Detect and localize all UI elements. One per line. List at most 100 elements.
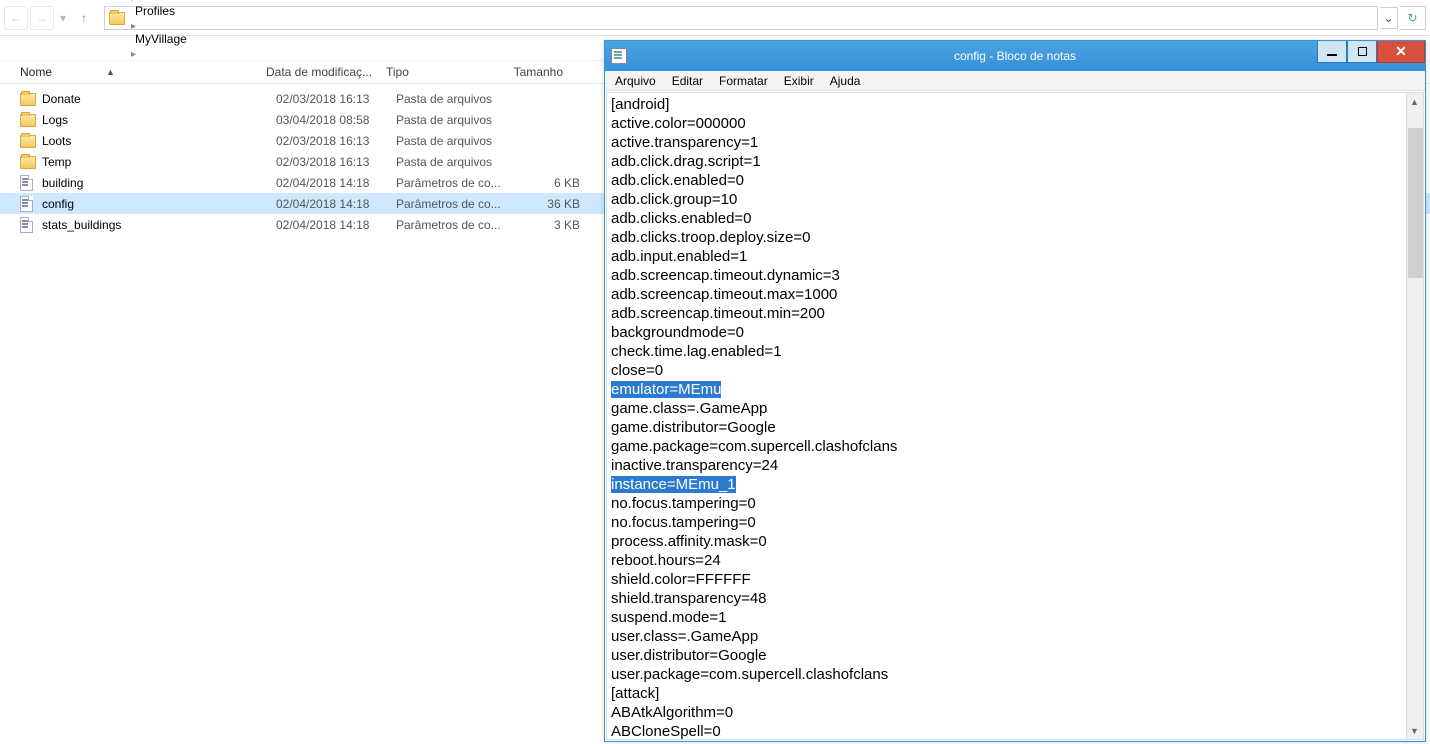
address-dropdown[interactable]: ⌄ xyxy=(1380,7,1398,29)
ini-file-icon xyxy=(20,217,36,233)
text-line: shield.transparency=48 xyxy=(611,589,1419,608)
menu-arquivo[interactable]: Arquivo xyxy=(607,72,664,90)
text-line: user.class=.GameApp xyxy=(611,627,1419,646)
text-line: ABCloneSpell=0 xyxy=(611,722,1419,740)
folder-icon xyxy=(20,154,36,170)
text-line: game.distributor=Google xyxy=(611,418,1419,437)
text-line: close=0 xyxy=(611,361,1419,380)
text-line: reboot.hours=24 xyxy=(611,551,1419,570)
file-type: Parâmetros de co... xyxy=(396,218,516,232)
column-header-date[interactable]: Data de modificaç... xyxy=(260,61,380,83)
text-line: adb.clicks.enabled=0 xyxy=(611,209,1419,228)
text-line: active.transparency=1 xyxy=(611,133,1419,152)
folder-icon xyxy=(20,91,36,107)
file-size: 36 KB xyxy=(516,197,580,211)
text-line: game.package=com.supercell.clashofclans xyxy=(611,437,1419,456)
file-type: Pasta de arquivos xyxy=(396,134,516,148)
file-date: 02/03/2018 16:13 xyxy=(276,155,396,169)
column-header-name-label: Nome xyxy=(20,65,52,79)
refresh-button[interactable]: ↻ xyxy=(1400,6,1426,30)
file-name: building xyxy=(42,176,276,190)
file-date: 02/03/2018 16:13 xyxy=(276,134,396,148)
folder-icon xyxy=(20,133,36,149)
file-name: Temp xyxy=(42,155,276,169)
breadcrumb-profiles[interactable]: Profiles xyxy=(131,4,191,18)
menu-editar[interactable]: Editar xyxy=(664,72,711,90)
vertical-scrollbar[interactable]: ▲ ▼ xyxy=(1406,93,1423,739)
notepad-textarea[interactable]: [android]active.color=000000active.trans… xyxy=(607,93,1423,740)
folder-icon xyxy=(109,10,125,26)
text-line: active.color=000000 xyxy=(611,114,1419,133)
text-line: adb.click.group=10 xyxy=(611,190,1419,209)
nav-up-button[interactable]: ↑ xyxy=(72,6,96,30)
text-line: [attack] xyxy=(611,684,1419,703)
sort-asc-icon: ▲ xyxy=(106,67,115,77)
address-bar[interactable]: MyBot▸Profiles▸MyVillage▸ xyxy=(104,6,1378,30)
minimize-button[interactable] xyxy=(1317,41,1347,63)
text-line: emulator=MEmu xyxy=(611,380,1419,399)
file-date: 02/04/2018 14:18 xyxy=(276,176,396,190)
text-line: process.affinity.mask=0 xyxy=(611,532,1419,551)
text-line: user.distributor=Google xyxy=(611,646,1419,665)
column-header-size[interactable]: Tamanho xyxy=(500,61,570,83)
ini-file-icon xyxy=(20,175,36,191)
text-line: adb.screencap.timeout.max=1000 xyxy=(611,285,1419,304)
nav-forward-button[interactable]: → xyxy=(30,6,54,30)
file-name: Donate xyxy=(42,92,276,106)
text-line: adb.click.drag.script=1 xyxy=(611,152,1419,171)
notepad-menubar: ArquivoEditarFormatarExibirAjuda xyxy=(605,71,1425,91)
file-type: Parâmetros de co... xyxy=(396,197,516,211)
file-date: 02/03/2018 16:13 xyxy=(276,92,396,106)
chevron-right-icon: ▸ xyxy=(131,49,136,60)
text-line: check.time.lag.enabled=1 xyxy=(611,342,1419,361)
column-header-name[interactable]: Nome ▲ xyxy=(0,61,260,83)
scroll-up-icon[interactable]: ▲ xyxy=(1407,93,1422,110)
nav-recent-dropdown[interactable]: ▾ xyxy=(56,11,70,25)
text-line: adb.clicks.troop.deploy.size=0 xyxy=(611,228,1419,247)
file-type: Pasta de arquivos xyxy=(396,92,516,106)
text-line: [android] xyxy=(611,95,1419,114)
file-size: 6 KB xyxy=(516,176,580,190)
file-date: 02/04/2018 14:18 xyxy=(276,218,396,232)
text-line: shield.color=FFFFFF xyxy=(611,570,1419,589)
notepad-window: config - Bloco de notas ✕ ArquivoEditarF… xyxy=(604,40,1426,742)
text-line: backgroundmode=0 xyxy=(611,323,1419,342)
notepad-body: [android]active.color=000000active.trans… xyxy=(606,92,1424,740)
file-name: Logs xyxy=(42,113,276,127)
notepad-titlebar[interactable]: config - Bloco de notas ✕ xyxy=(605,41,1425,71)
text-line: instance=MEmu_1 xyxy=(611,475,1419,494)
file-type: Pasta de arquivos xyxy=(396,113,516,127)
notepad-app-icon xyxy=(611,48,627,64)
text-line: adb.screencap.timeout.min=200 xyxy=(611,304,1419,323)
notepad-title: config - Bloco de notas xyxy=(605,49,1425,63)
text-line: no.focus.tampering=0 xyxy=(611,513,1419,532)
close-button[interactable]: ✕ xyxy=(1377,41,1425,63)
breadcrumb-myvillage[interactable]: MyVillage xyxy=(131,32,191,46)
text-line: no.focus.tampering=0 xyxy=(611,494,1419,513)
text-line: user.package=com.supercell.clashofclans xyxy=(611,665,1419,684)
explorer-navbar: ← → ▾ ↑ MyBot▸Profiles▸MyVillage▸ ⌄ ↻ xyxy=(0,0,1430,36)
file-type: Parâmetros de co... xyxy=(396,176,516,190)
file-date: 02/04/2018 14:18 xyxy=(276,197,396,211)
chevron-right-icon: ▸ xyxy=(131,21,136,32)
scroll-down-icon[interactable]: ▼ xyxy=(1407,722,1422,739)
maximize-button[interactable] xyxy=(1347,41,1377,63)
file-name: Loots xyxy=(42,134,276,148)
text-line: adb.screencap.timeout.dynamic=3 xyxy=(611,266,1419,285)
column-header-type[interactable]: Tipo xyxy=(380,61,500,83)
text-line: inactive.transparency=24 xyxy=(611,456,1419,475)
nav-back-button[interactable]: ← xyxy=(4,6,28,30)
folder-icon xyxy=(20,112,36,128)
file-size: 3 KB xyxy=(516,218,580,232)
menu-formatar[interactable]: Formatar xyxy=(711,72,776,90)
file-name: config xyxy=(42,197,276,211)
scroll-thumb[interactable] xyxy=(1408,128,1423,278)
text-line: suspend.mode=1 xyxy=(611,608,1419,627)
text-line: ABAtkAlgorithm=0 xyxy=(611,703,1419,722)
file-name: stats_buildings xyxy=(42,218,276,232)
text-line: adb.click.enabled=0 xyxy=(611,171,1419,190)
text-line: adb.input.enabled=1 xyxy=(611,247,1419,266)
file-type: Pasta de arquivos xyxy=(396,155,516,169)
menu-exibir[interactable]: Exibir xyxy=(776,72,822,90)
menu-ajuda[interactable]: Ajuda xyxy=(822,72,869,90)
